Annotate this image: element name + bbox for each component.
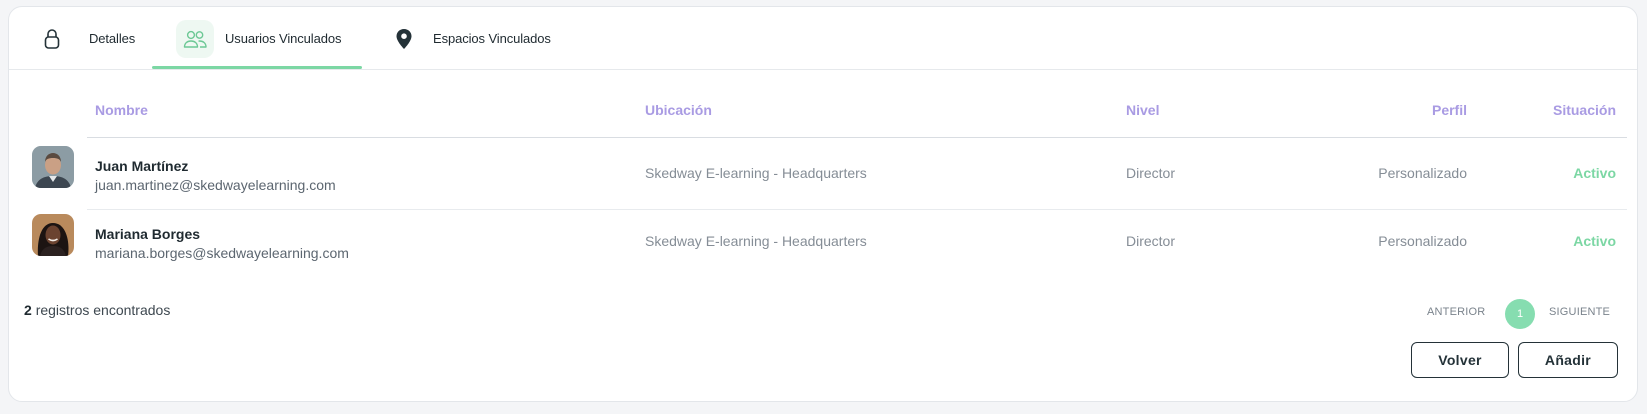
active-tab-indicator (152, 66, 362, 69)
tab-usuarios-label: Usuarios Vinculados (225, 31, 342, 46)
tab-espacios-label: Espacios Vinculados (433, 31, 551, 46)
pagination-prev[interactable]: ANTERIOR (1427, 306, 1485, 318)
row-divider (87, 209, 1627, 210)
pagination-page-current[interactable]: 1 (1505, 299, 1535, 329)
avatar (32, 146, 74, 188)
tab-detalles[interactable]: Detalles (33, 7, 135, 70)
tab-espacios-vinculados[interactable]: Espacios Vinculados (395, 7, 551, 70)
records-count-text: registros encontrados (35, 302, 171, 318)
column-header-perfil[interactable]: Perfil (1432, 102, 1467, 118)
user-level: Director (1126, 165, 1176, 181)
user-profile: Personalizado (1378, 233, 1467, 249)
tab-usuarios-vinculados[interactable]: Usuarios Vinculados (176, 7, 341, 70)
status-badge: Activo (1573, 165, 1616, 181)
user-location: Skedway E-learning - Headquarters (645, 233, 867, 249)
user-name[interactable]: Mariana Borges (95, 226, 200, 242)
user-email: juan.martinez@skedwayelearning.com (95, 177, 336, 193)
add-button[interactable]: Añadir (1518, 342, 1618, 378)
records-count-number: 2 (24, 302, 32, 318)
user-profile: Personalizado (1378, 165, 1467, 181)
map-pin-icon (395, 28, 413, 50)
tab-bar: Detalles Usuarios Vinculados Espacios Vi… (9, 7, 1637, 70)
lock-icon (33, 20, 71, 58)
user-location: Skedway E-learning - Headquarters (645, 165, 867, 181)
avatar (32, 214, 74, 256)
user-name[interactable]: Juan Martínez (95, 158, 188, 174)
back-button[interactable]: Volver (1411, 342, 1509, 378)
records-count: 2 registros encontrados (24, 302, 170, 318)
user-email: mariana.borges@skedwayelearning.com (95, 245, 349, 261)
tab-detalles-label: Detalles (89, 31, 136, 46)
header-divider (87, 137, 1627, 138)
status-badge: Activo (1573, 233, 1616, 249)
linked-users-card: Detalles Usuarios Vinculados Espacios Vi… (8, 6, 1638, 402)
pagination-next[interactable]: SIGUIENTE (1549, 306, 1610, 318)
user-level: Director (1126, 233, 1176, 249)
column-header-ubicacion[interactable]: Ubicación (645, 102, 712, 118)
users-icon (176, 19, 214, 58)
column-header-nivel[interactable]: Nivel (1126, 102, 1159, 118)
column-header-situacion[interactable]: Situación (1553, 102, 1616, 118)
column-header-nombre[interactable]: Nombre (95, 102, 148, 118)
